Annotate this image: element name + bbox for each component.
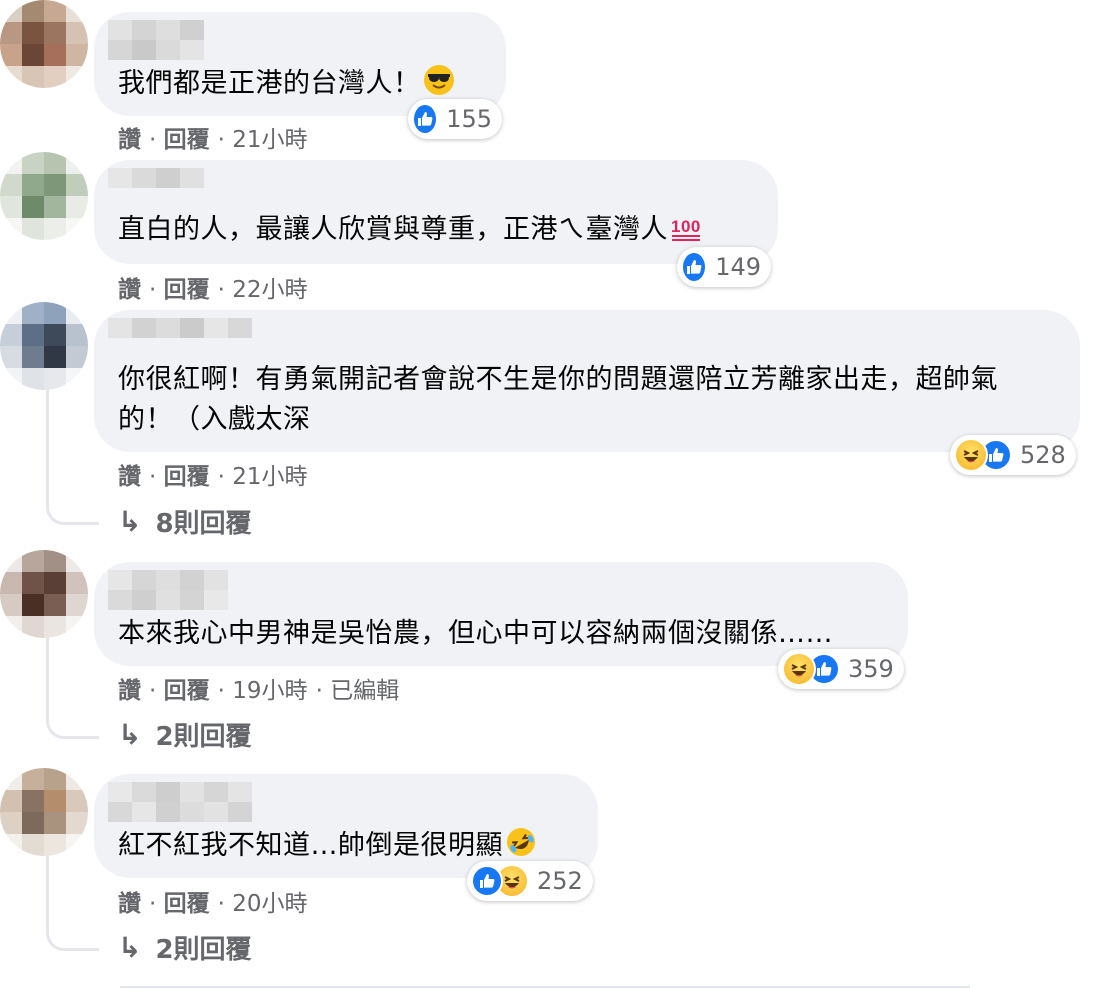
avatar[interactable] xyxy=(0,0,88,88)
reply-arrow-icon: ↳ xyxy=(118,718,142,751)
haha-reaction-icon xyxy=(954,438,988,472)
timestamp[interactable]: 22小時 xyxy=(232,277,307,303)
author-name[interactable] xyxy=(108,20,204,60)
thread-line xyxy=(46,848,99,951)
like-link[interactable]: 讚 xyxy=(118,127,141,153)
timestamp[interactable]: 20小時 xyxy=(232,891,307,917)
reply-link[interactable]: 回覆 xyxy=(164,891,210,917)
reaction-count: 149 xyxy=(715,253,761,281)
reply-arrow-icon: ↳ xyxy=(118,931,142,964)
reaction-count: 528 xyxy=(1020,441,1066,469)
thread-line xyxy=(46,372,99,525)
timestamp[interactable]: 19小時 xyxy=(232,678,307,704)
view-replies-link[interactable]: ↳ 2則回覆 xyxy=(118,929,252,966)
comment-text: 直白的人，最讓人欣賞與尊重，正港ㄟ臺灣人 100 xyxy=(118,210,750,254)
replies-count-label: 2則回覆 xyxy=(155,722,252,752)
reaction-summary[interactable]: 149 xyxy=(677,247,771,287)
reaction-summary[interactable]: 155 xyxy=(408,99,502,139)
view-replies-link[interactable]: ↳ 8則回覆 xyxy=(118,503,252,540)
replies-count-label: 8則回覆 xyxy=(155,509,252,539)
timestamp[interactable]: 21小時 xyxy=(232,127,307,153)
like-link[interactable]: 讚 xyxy=(118,678,141,704)
avatar[interactable] xyxy=(0,768,88,856)
edited-label[interactable]: 已編輯 xyxy=(330,678,399,704)
like-reaction-icon xyxy=(681,251,708,283)
svg-text:100: 100 xyxy=(671,217,701,236)
comment-actions: 讚 · 回覆 · 19小時 · 已編輯 xyxy=(118,678,400,704)
reply-link[interactable]: 回覆 xyxy=(164,678,210,704)
reaction-count: 359 xyxy=(848,655,894,683)
like-link[interactable]: 讚 xyxy=(118,464,141,490)
author-name[interactable] xyxy=(108,782,252,822)
reply-arrow-icon: ↳ xyxy=(118,505,142,538)
reply-link[interactable]: 回覆 xyxy=(164,127,210,153)
reply-link[interactable]: 回覆 xyxy=(164,464,210,490)
comment-actions: 讚 · 回覆 · 21小時 xyxy=(118,127,308,153)
reaction-summary[interactable]: 252 xyxy=(467,861,593,901)
comment-text: 本來我心中男神是吳怡農，但心中可以容納兩個沒關係…… xyxy=(118,618,833,649)
comment-bubble: 本來我心中男神是吳怡農，但心中可以容納兩個沒關係…… xyxy=(94,562,908,666)
comment-bubble: 直白的人，最讓人欣賞與尊重，正港ㄟ臺灣人 100 xyxy=(94,160,778,264)
like-reaction-icon xyxy=(471,865,503,897)
comment-actions: 讚 · 回覆 · 20小時 xyxy=(118,891,308,917)
reaction-summary[interactable]: 359 xyxy=(778,649,904,689)
view-replies-link[interactable]: ↳ 2則回覆 xyxy=(118,716,252,753)
avatar[interactable] xyxy=(0,550,88,638)
reaction-summary[interactable]: 528 xyxy=(950,435,1076,475)
like-link[interactable]: 讚 xyxy=(118,891,141,917)
reply-link[interactable]: 回覆 xyxy=(164,277,210,303)
replies-count-label: 2則回覆 xyxy=(155,935,252,965)
haha-reaction-icon xyxy=(782,652,816,686)
author-name[interactable] xyxy=(108,318,252,358)
reaction-count: 155 xyxy=(446,105,492,133)
like-reaction-icon xyxy=(412,103,439,135)
avatar[interactable] xyxy=(0,152,88,240)
comment-bubble: 你很紅啊！有勇氣開記者會說不生是你的問題還陪立芳離家出走，超帥氣的！（入戲太深 xyxy=(94,310,1080,452)
thread-line xyxy=(46,636,99,739)
comment-actions: 讚 · 回覆 · 22小時 xyxy=(118,277,308,303)
comment-text: 你很紅啊！有勇氣開記者會說不生是你的問題還陪立芳離家出走，超帥氣的！（入戲太深 xyxy=(118,364,998,435)
author-name[interactable] xyxy=(108,570,228,610)
like-link[interactable]: 讚 xyxy=(118,277,141,303)
reaction-count: 252 xyxy=(537,867,583,895)
comment-actions: 讚 · 回覆 · 21小時 xyxy=(118,464,308,490)
timestamp[interactable]: 21小時 xyxy=(232,464,307,490)
avatar[interactable] xyxy=(0,302,88,390)
author-name[interactable] xyxy=(108,168,204,208)
